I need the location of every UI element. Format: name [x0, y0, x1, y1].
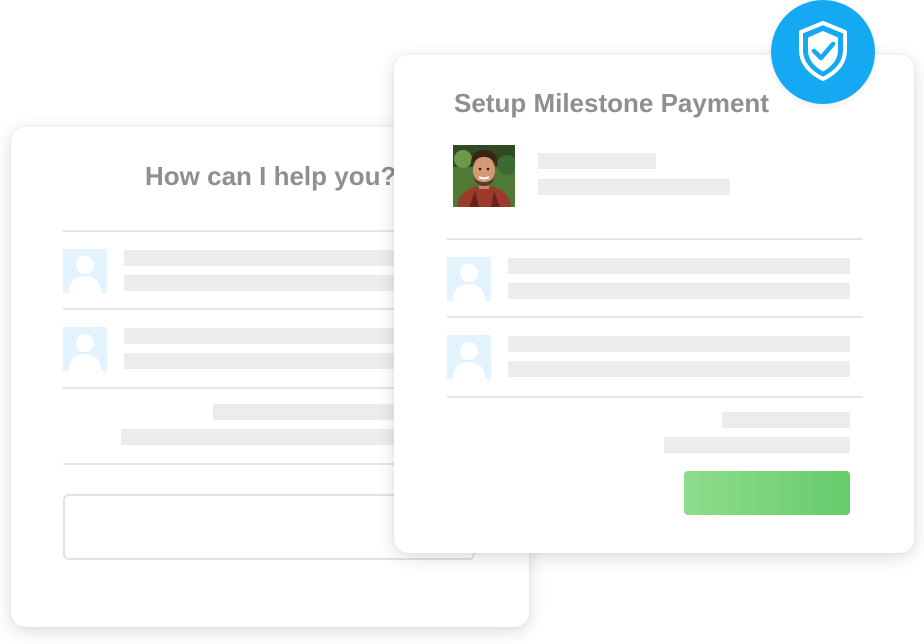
amount-line-placeholder: [722, 412, 850, 428]
user-avatar-icon: [447, 257, 491, 301]
milestone-payment-card: Setup Milestone Payment: [394, 55, 914, 553]
milestone-line-placeholder: [508, 283, 850, 299]
name-line-placeholder: [538, 153, 656, 169]
milestone-card-title: Setup Milestone Payment: [454, 88, 769, 118]
amount-line-placeholder: [664, 437, 850, 453]
profile-photo: [453, 145, 515, 207]
detail-line-placeholder: [538, 179, 730, 195]
milestone-line-placeholder: [508, 258, 850, 274]
divider: [447, 396, 863, 398]
user-avatar-icon: [63, 327, 107, 371]
milestone-line-placeholder: [508, 361, 850, 377]
security-badge: [771, 0, 875, 104]
user-avatar-icon: [63, 249, 107, 293]
divider: [447, 316, 863, 318]
milestone-line-placeholder: [508, 336, 850, 352]
shield-check-icon: [799, 21, 847, 81]
create-milestone-button[interactable]: [684, 471, 850, 515]
user-avatar-icon: [447, 335, 491, 379]
help-card-title: How can I help you?: [145, 161, 397, 191]
divider: [447, 238, 863, 240]
